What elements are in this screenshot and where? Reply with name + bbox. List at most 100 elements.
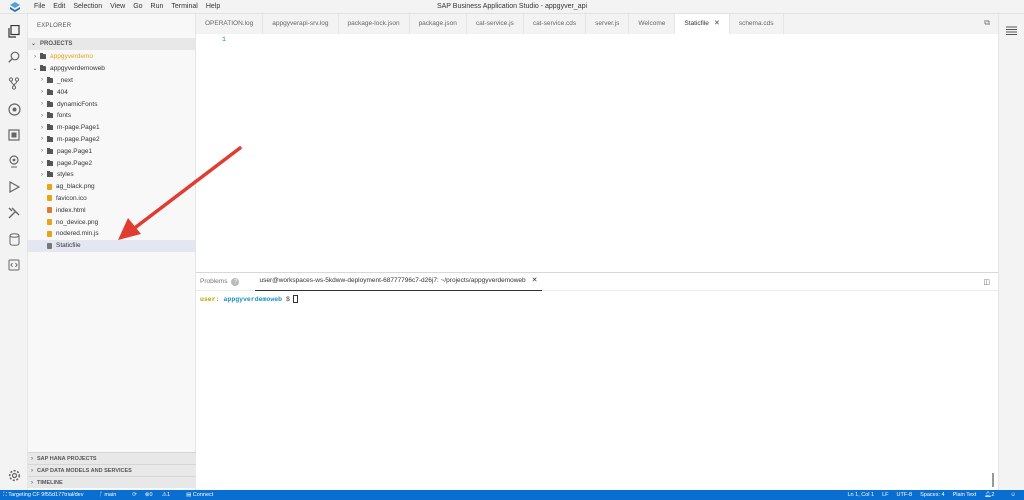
database-icon[interactable]	[5, 230, 23, 248]
feedback-icon[interactable]: ☺	[1010, 492, 1016, 498]
terminal-prompt[interactable]: user: appgyverdemoweb $	[200, 295, 298, 303]
file-icon	[47, 207, 52, 214]
editor-tab[interactable]: Welcome	[629, 14, 676, 34]
tree-file[interactable]: ag_black.png	[28, 181, 195, 193]
explorer-icon[interactable]	[5, 22, 23, 40]
sync-icon[interactable]: ⟳	[132, 492, 137, 498]
connect-item[interactable]: ▤ Connect	[186, 492, 221, 498]
encoding-item[interactable]: UTF-8	[897, 492, 913, 498]
editor-tab[interactable]: cat-service.js	[467, 14, 524, 34]
chevron-right-icon: ›	[41, 136, 43, 143]
editor-tab[interactable]: package.json	[410, 14, 467, 34]
eol-item[interactable]: LF	[882, 492, 888, 498]
tree-item-label: index.html	[56, 206, 86, 214]
tree-folder[interactable]: › page.Page1	[28, 145, 195, 157]
notifications-item[interactable]: 🔔︎2	[984, 492, 1002, 498]
menu-item-help[interactable]: Help	[202, 3, 224, 10]
tree-folder[interactable]: › dynamicFonts	[28, 98, 195, 110]
code-icon[interactable]	[5, 256, 23, 274]
error-count: 0	[149, 492, 153, 498]
file-icon	[47, 183, 52, 190]
editor-tab[interactable]: server.js	[586, 14, 630, 34]
tree-folder[interactable]: › 404	[28, 86, 195, 98]
menu-item-terminal[interactable]: Terminal	[167, 3, 201, 10]
chevron-right-icon: ›	[41, 124, 43, 131]
chevron-down-icon: ⌄	[31, 41, 37, 47]
tree-folder[interactable]: › styles	[28, 169, 195, 181]
problems-count-item[interactable]: ⊗0 ⚠1	[145, 492, 178, 498]
menu-bar: File Edit Selection View Go Run Terminal Help S…	[0, 0, 1024, 14]
panel-scrollbar[interactable]	[992, 473, 994, 487]
menu-item-selection[interactable]: Selection	[69, 3, 106, 10]
editor-tab[interactable]: Staticfile ✕	[675, 14, 730, 34]
tree-file[interactable]: nodered.min.js	[28, 228, 195, 240]
indentation-item[interactable]: Spaces: 4	[920, 492, 944, 498]
folder-icon	[47, 100, 53, 107]
terminal-tab[interactable]: user@workspaces-ws-5kdww-deployment-6877…	[255, 272, 542, 291]
section-label: SAP HANA PROJECTS	[37, 455, 97, 462]
tree-folder[interactable]: › page.Page2	[28, 157, 195, 169]
chevron-right-icon: ›	[41, 148, 43, 155]
sap-hana-projects-section[interactable]: › SAP HANA PROJECTS	[28, 452, 196, 464]
tree-folder[interactable]: › m-page.Page2	[28, 134, 195, 146]
branch-label: main	[104, 492, 117, 498]
tree-folder[interactable]: › _next	[28, 75, 195, 87]
extensions-icon[interactable]	[5, 126, 23, 144]
folder-icon	[47, 88, 53, 95]
tools-icon[interactable]	[5, 204, 23, 222]
search-icon[interactable]	[5, 48, 23, 66]
file-tree: › appgyverdemo ⌄ appgyverdemoweb › _next › 404 ›…	[28, 50, 195, 252]
chevron-right-icon: ›	[31, 467, 33, 474]
split-editor-icon[interactable]: ⧉	[984, 18, 990, 28]
menu-item-file[interactable]: File	[30, 3, 49, 10]
editor-tab[interactable]: appgyverapi-srv.log	[263, 14, 339, 34]
tree-item-label: appgyverdemo	[50, 53, 93, 61]
source-control-icon[interactable]	[5, 74, 23, 92]
menu-item-run[interactable]: Run	[147, 3, 168, 10]
tree-file[interactable]: favicon.ico	[28, 193, 195, 205]
cap-data-models-section[interactable]: › CAP DATA MODELS AND SERVICES	[28, 464, 196, 476]
editor-tab-label: server.js	[595, 20, 620, 27]
close-icon[interactable]: ✕	[714, 14, 720, 34]
branch-item[interactable]: ᚴ main	[100, 492, 125, 498]
editor-tab[interactable]: package-lock.json	[339, 14, 410, 34]
chevron-right-icon: ›	[41, 101, 43, 108]
cf-target-item[interactable]: ⛶ Targeting CF 9f55d177trial/dev	[3, 492, 92, 499]
tree-file[interactable]: no_device.png	[28, 216, 195, 228]
terminal-cursor	[292, 295, 298, 303]
menu-item-edit[interactable]: Edit	[49, 3, 69, 10]
close-icon[interactable]: ✕	[532, 272, 538, 290]
editor-area[interactable]: 1	[196, 34, 998, 272]
tree-file[interactable]: Staticfile	[28, 239, 195, 252]
cursor-position[interactable]: Ln 1, Col 1	[847, 492, 874, 498]
debug-icon[interactable]	[5, 100, 23, 118]
tree-folder[interactable]: › m-page.Page1	[28, 122, 195, 134]
help-icon: ?	[231, 277, 240, 286]
tree-item-label: no_device.png	[56, 218, 99, 226]
projects-section-header[interactable]: ⌄ PROJECTS	[28, 38, 195, 50]
list-icon[interactable]	[1006, 26, 1017, 37]
settings-icon[interactable]	[5, 466, 23, 484]
chevron-right-icon: ›	[41, 89, 43, 96]
problems-tab[interactable]: Problems ?	[196, 273, 243, 291]
run-icon[interactable]	[5, 178, 23, 196]
folder-icon	[47, 76, 53, 83]
maximize-panel-icon[interactable]: ◫	[983, 278, 990, 286]
section-label: CAP DATA MODELS AND SERVICES	[37, 467, 132, 474]
tree-item-label: Staticfile	[56, 242, 81, 250]
menu-item-go[interactable]: Go	[129, 3, 146, 10]
editor-tab[interactable]: schema.cds	[730, 14, 784, 34]
chevron-right-icon: ›	[34, 53, 36, 60]
editor-tab[interactable]: cat-service.cds	[524, 14, 587, 34]
language-mode-item[interactable]: Plain Text	[953, 492, 977, 498]
timeline-section[interactable]: › TIMELINE	[28, 476, 196, 488]
terminal-tab-label: user@workspaces-ws-5kdww-deployment-6877…	[259, 277, 526, 284]
editor-tab[interactable]: OPERATION.log	[196, 14, 264, 34]
location-icon[interactable]	[5, 152, 23, 170]
tree-folder[interactable]: ⌄ appgyverdemoweb	[28, 63, 195, 75]
menu-item-view[interactable]: View	[106, 3, 129, 10]
tree-folder[interactable]: › fonts	[28, 110, 195, 122]
tree-folder[interactable]: › appgyverdemo	[28, 51, 195, 63]
cf-target-label: Targeting CF 9f55d177trial/dev	[8, 491, 84, 498]
tree-file[interactable]: index.html	[28, 204, 195, 216]
